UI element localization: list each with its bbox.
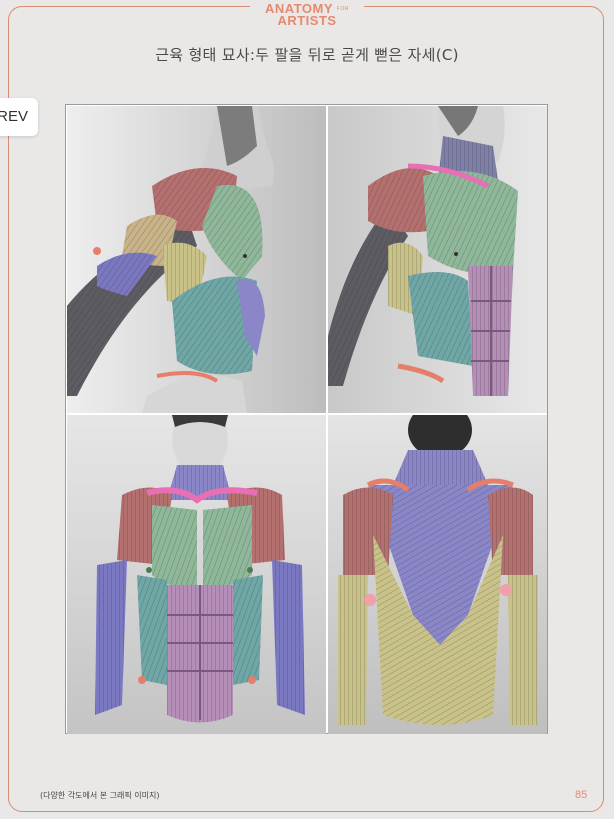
figure-caption: (다양한 각도에서 본 그래픽 이미지) — [40, 791, 160, 800]
prev-button[interactable]: REV — [0, 98, 38, 136]
page-number: 85 — [575, 789, 588, 801]
panel-front-view — [67, 415, 326, 734]
page-title: 근육 형태 묘사:두 팔을 뒤로 곧게 뻗은 자세(C) — [155, 46, 459, 64]
book-logo: ANATOMY FOR ARTISTS — [250, 0, 364, 30]
panel-back-view — [328, 415, 547, 734]
anatomy-figure — [65, 104, 548, 734]
panel-three-quarter-view — [328, 106, 547, 413]
panel-side-view — [67, 106, 326, 413]
